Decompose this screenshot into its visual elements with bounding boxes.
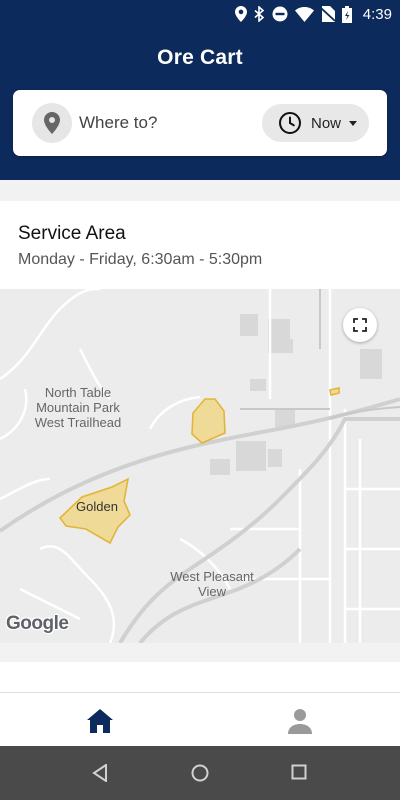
nav-home-tab[interactable] bbox=[86, 708, 114, 739]
do-not-disturb-icon bbox=[272, 6, 288, 22]
back-icon[interactable] bbox=[92, 764, 108, 782]
bottom-navigation bbox=[0, 692, 400, 746]
service-area-card: Service Area Monday - Friday, 6:30am - 5… bbox=[0, 201, 400, 289]
dropdown-caret-icon bbox=[349, 120, 358, 126]
battery-icon bbox=[341, 5, 352, 23]
map-label-north-table: North Table Mountain Park West Trailhead bbox=[34, 385, 122, 430]
content-strip bbox=[0, 662, 400, 692]
app-title: Ore Cart bbox=[157, 46, 243, 69]
fullscreen-icon bbox=[353, 318, 367, 332]
search-card: Now bbox=[13, 90, 387, 156]
departure-time-selector[interactable]: Now bbox=[262, 104, 369, 142]
service-area-map[interactable]: North Table Mountain Park West Trailhead… bbox=[0, 289, 400, 643]
service-area-hours: Monday - Friday, 6:30am - 5:30pm bbox=[18, 251, 263, 268]
map-label-golden: Golden bbox=[76, 499, 118, 514]
wifi-icon bbox=[294, 6, 314, 22]
status-bar: 4:39 bbox=[0, 0, 400, 28]
recents-icon[interactable] bbox=[291, 764, 307, 780]
map-fullscreen-button[interactable] bbox=[343, 308, 377, 342]
map-pin-icon bbox=[44, 112, 60, 134]
no-sim-icon bbox=[320, 6, 335, 22]
bluetooth-icon bbox=[254, 6, 265, 22]
destination-pin-button[interactable] bbox=[32, 103, 72, 143]
map-label-west-pleasant-view: West Pleasant View bbox=[170, 569, 254, 599]
nav-profile-tab[interactable] bbox=[286, 708, 314, 739]
destination-search-input[interactable] bbox=[79, 106, 259, 140]
app-header: Ore Cart Now bbox=[0, 28, 400, 180]
home-icon bbox=[87, 709, 113, 733]
system-navigation-bar bbox=[0, 746, 400, 800]
service-area-title: Service Area bbox=[18, 223, 126, 244]
status-time: 4:39 bbox=[362, 5, 392, 23]
profile-icon bbox=[288, 709, 312, 734]
clock-icon bbox=[279, 112, 301, 134]
departure-time-label: Now bbox=[311, 114, 342, 132]
status-icons: 4:39 bbox=[234, 4, 392, 24]
service-zone-east bbox=[329, 387, 340, 396]
google-attribution-logo: Google bbox=[6, 613, 69, 634]
service-zone-north bbox=[191, 398, 226, 444]
location-icon bbox=[234, 6, 247, 22]
home-button-icon[interactable] bbox=[191, 764, 209, 782]
